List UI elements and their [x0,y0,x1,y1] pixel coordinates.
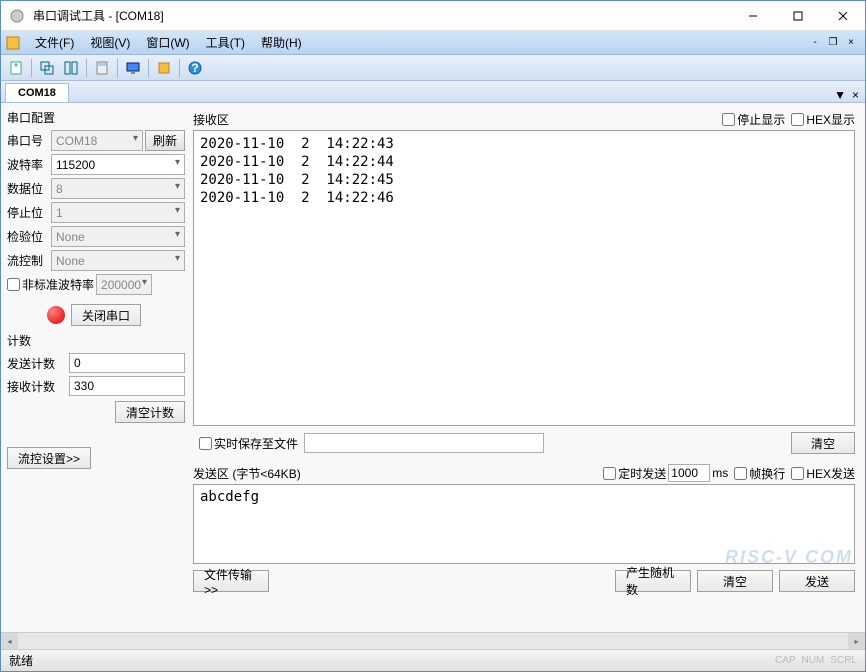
mdi-restore[interactable]: ❐ [825,36,841,50]
data-bits-label: 数据位 [7,180,51,197]
toolbar-tile-icon[interactable] [60,57,82,79]
hex-display-checkbox[interactable] [791,113,804,126]
flow-label: 流控制 [7,252,51,269]
menu-help[interactable]: 帮助(H) [253,32,310,53]
toolbar: ? [1,55,865,81]
hex-display-label: HEX显示 [806,111,855,128]
config-title: 串口配置 [7,109,185,126]
menu-app-icon [5,35,21,51]
num-indicator: NUM [802,655,825,666]
stop-bits-label: 停止位 [7,204,51,221]
tab-bar: COM18 ▼ × [1,81,865,103]
tab-close-icon[interactable]: × [852,88,859,102]
refresh-button[interactable]: 刷新 [145,130,185,151]
port-select[interactable]: COM18 [51,130,143,151]
frame-wrap-label: 帧换行 [749,465,785,482]
save-file-path-input[interactable] [304,433,544,453]
parity-label: 检验位 [7,228,51,245]
nonstd-baud-label: 非标准波特率 [22,276,94,293]
ms-label: ms [712,466,728,480]
tx-clear-button[interactable]: 清空 [697,570,773,592]
toolbar-settings-icon[interactable] [153,57,175,79]
send-count-label: 发送计数 [7,355,69,372]
main-area: 接收区 停止显示 HEX显示 2020-11-10 2 14:22:43 202… [191,103,865,632]
status-text: 就绪 [9,652,769,669]
menu-file[interactable]: 文件(F) [27,32,82,53]
receive-textarea[interactable]: 2020-11-10 2 14:22:43 2020-11-10 2 14:22… [193,130,855,426]
cap-indicator: CAP [775,655,796,666]
tx-title: 发送区 (字节<64KB) [193,465,301,482]
title-bar: 串口调试工具 - [COM18] [1,1,865,31]
nonstd-baud-select[interactable]: 200000 [96,274,152,295]
data-bits-select[interactable]: 8 [51,178,185,199]
gen-random-button[interactable]: 产生随机数 [615,570,691,592]
send-count-value: 0 [69,353,185,373]
parity-select[interactable]: None [51,226,185,247]
toolbar-cascade-icon[interactable] [36,57,58,79]
stop-display-label: 停止显示 [737,111,785,128]
menu-bar: 文件(F) 视图(V) 窗口(W) 工具(T) 帮助(H) - ❐ × [1,31,865,55]
save-file-checkbox[interactable] [199,437,212,450]
window-title: 串口调试工具 - [COM18] [33,7,730,24]
port-label: 串口号 [7,132,51,149]
save-file-label: 实时保存至文件 [214,435,298,452]
toolbar-monitor-icon[interactable] [122,57,144,79]
toolbar-help-icon[interactable]: ? [184,57,206,79]
scroll-right-icon[interactable]: ▸ [848,633,865,650]
send-textarea[interactable] [193,484,855,564]
status-bar: 就绪 CAP NUM SCRL [1,649,865,671]
interval-input[interactable] [668,464,710,482]
send-button[interactable]: 发送 [779,570,855,592]
tab-dropdown-icon[interactable]: ▼ [834,88,846,102]
nonstd-baud-checkbox[interactable] [7,278,20,291]
svg-text:?: ? [191,61,198,75]
file-transfer-button[interactable]: 文件传输>> [193,570,269,592]
timed-send-label: 定时发送 [618,465,666,482]
close-button[interactable] [820,1,865,30]
scroll-left-icon[interactable]: ◂ [1,633,18,650]
flow-control-settings-button[interactable]: 流控设置>> [7,447,91,469]
frame-wrap-checkbox[interactable] [734,467,747,480]
toolbar-calc-icon[interactable] [91,57,113,79]
close-port-button[interactable]: 关闭串口 [71,304,141,326]
baud-select[interactable]: 115200 [51,154,185,175]
flow-select[interactable]: None [51,250,185,271]
stop-display-checkbox[interactable] [722,113,735,126]
hex-send-label: HEX发送 [806,465,855,482]
maximize-button[interactable] [775,1,820,30]
timed-send-checkbox[interactable] [603,467,616,480]
recv-count-value: 330 [69,376,185,396]
menu-tools[interactable]: 工具(T) [198,32,253,53]
mdi-close[interactable]: × [843,36,859,50]
count-title: 计数 [7,332,185,349]
sidebar: 串口配置 串口号 COM18 刷新 波特率 115200 数据位 8 停止位 1… [1,103,191,632]
mdi-minimize[interactable]: - [807,36,823,50]
baud-label: 波特率 [7,156,51,173]
app-icon [9,8,25,24]
rx-clear-button[interactable]: 清空 [791,432,855,454]
recv-count-label: 接收计数 [7,378,69,395]
tab-com18[interactable]: COM18 [5,83,69,102]
record-indicator-icon [47,306,65,324]
toolbar-new-icon[interactable] [5,57,27,79]
hex-send-checkbox[interactable] [791,467,804,480]
rx-title: 接收区 [193,111,229,128]
stop-bits-select[interactable]: 1 [51,202,185,223]
menu-window[interactable]: 窗口(W) [138,32,197,53]
minimize-button[interactable] [730,1,775,30]
horizontal-scrollbar[interactable]: ◂ ▸ [1,632,865,649]
scrl-indicator: SCRL [830,655,857,666]
menu-view[interactable]: 视图(V) [82,32,138,53]
clear-count-button[interactable]: 清空计数 [115,401,185,423]
